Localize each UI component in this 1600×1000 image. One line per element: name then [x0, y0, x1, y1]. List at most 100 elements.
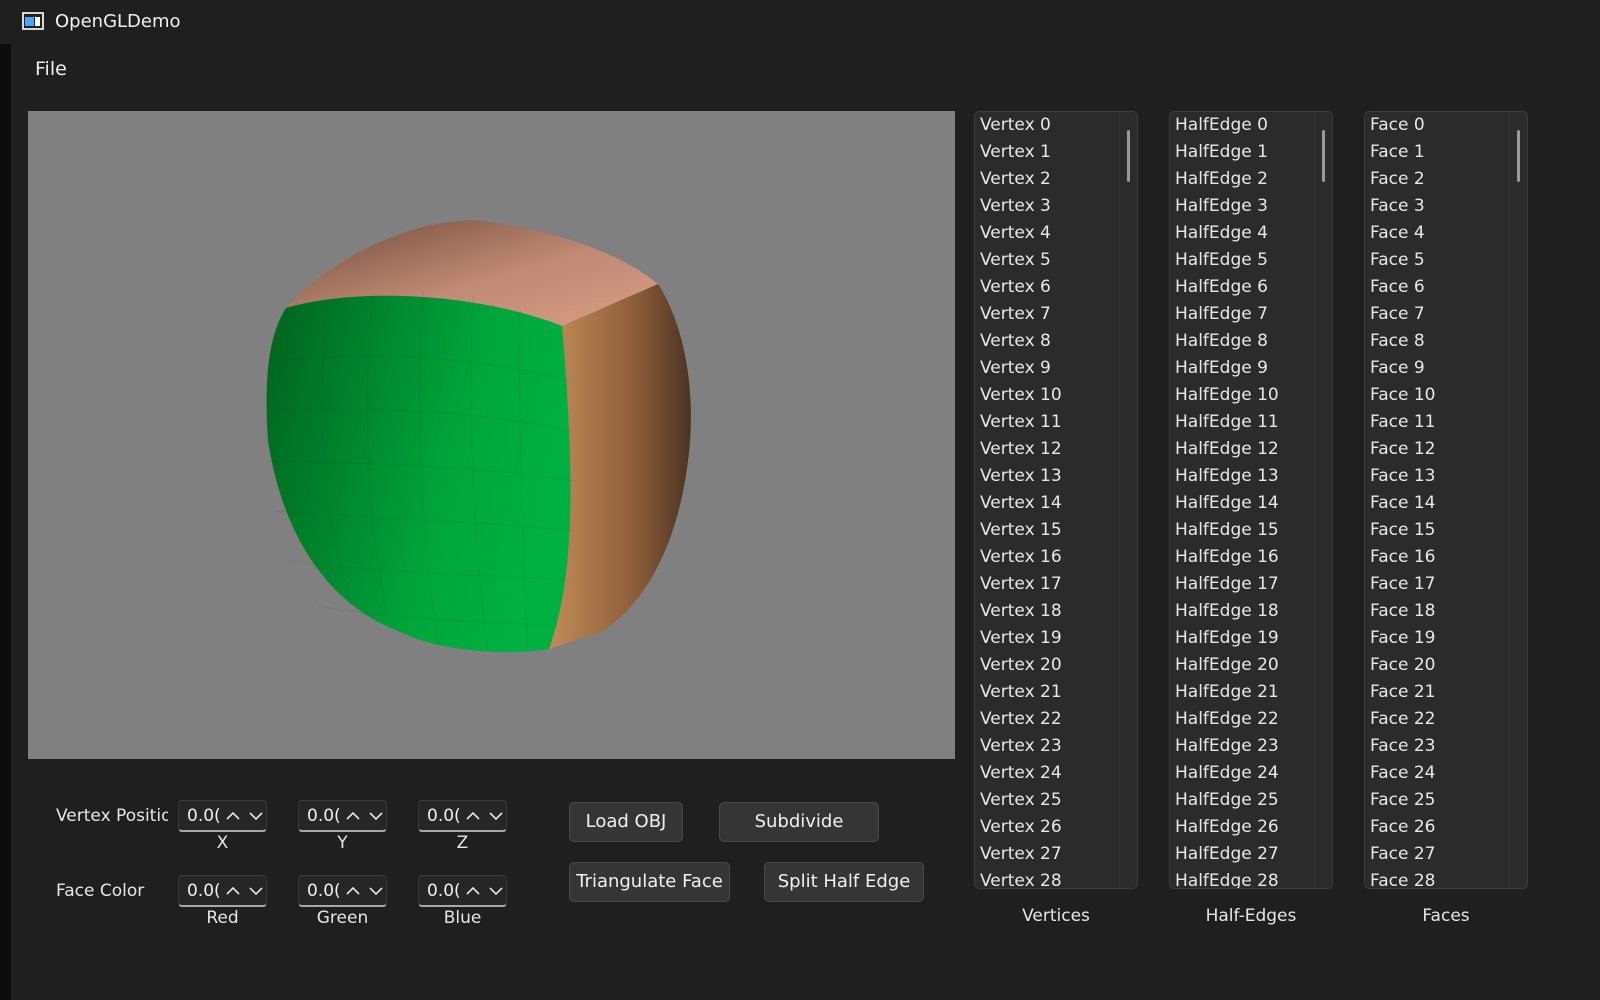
list-item[interactable]: Face 27 [1365, 841, 1509, 868]
list-item[interactable]: Vertex 6 [975, 274, 1119, 301]
list-item[interactable]: Face 18 [1365, 598, 1509, 625]
list-item[interactable]: Face 11 [1365, 409, 1509, 436]
list-item[interactable]: HalfEdge 3 [1170, 193, 1314, 220]
half-edges-scrollbar[interactable] [1314, 112, 1332, 888]
list-item[interactable]: Vertex 20 [975, 652, 1119, 679]
opengl-viewport[interactable] [28, 111, 955, 759]
list-item[interactable]: Face 16 [1365, 544, 1509, 571]
chevron-down-icon[interactable] [487, 882, 505, 900]
list-item[interactable]: Vertex 16 [975, 544, 1119, 571]
list-item[interactable]: Vertex 4 [975, 220, 1119, 247]
list-item[interactable]: Vertex 10 [975, 382, 1119, 409]
list-item[interactable]: HalfEdge 7 [1170, 301, 1314, 328]
list-item[interactable]: Face 7 [1365, 301, 1509, 328]
list-item[interactable]: HalfEdge 20 [1170, 652, 1314, 679]
list-item[interactable]: Vertex 1 [975, 139, 1119, 166]
list-item[interactable]: HalfEdge 23 [1170, 733, 1314, 760]
chevron-up-icon[interactable] [224, 807, 242, 825]
list-item[interactable]: Vertex 3 [975, 193, 1119, 220]
list-item[interactable]: Face 2 [1365, 166, 1509, 193]
chevron-up-icon[interactable] [464, 807, 482, 825]
spin-value[interactable]: 0.0( [187, 806, 220, 826]
list-item[interactable]: HalfEdge 6 [1170, 274, 1314, 301]
list-item[interactable]: Face 0 [1365, 112, 1509, 139]
list-item[interactable]: Vertex 8 [975, 328, 1119, 355]
list-item[interactable]: HalfEdge 9 [1170, 355, 1314, 382]
list-item[interactable]: Vertex 26 [975, 814, 1119, 841]
list-item[interactable]: Face 5 [1365, 247, 1509, 274]
list-item[interactable]: HalfEdge 8 [1170, 328, 1314, 355]
spin-value[interactable]: 0.0( [307, 881, 340, 901]
vertices-scrollbar[interactable] [1119, 112, 1137, 888]
list-item[interactable]: Vertex 0 [975, 112, 1119, 139]
list-item[interactable]: Face 14 [1365, 490, 1509, 517]
chevron-up-icon[interactable] [344, 882, 362, 900]
list-item[interactable]: Vertex 22 [975, 706, 1119, 733]
chevron-down-icon[interactable] [247, 882, 265, 900]
list-item[interactable]: Vertex 24 [975, 760, 1119, 787]
face-red-spinbox[interactable]: 0.0( [178, 875, 267, 907]
chevron-down-icon[interactable] [247, 807, 265, 825]
menu-file[interactable]: File [35, 58, 67, 80]
list-item[interactable]: HalfEdge 19 [1170, 625, 1314, 652]
list-item[interactable]: Face 22 [1365, 706, 1509, 733]
list-item[interactable]: Vertex 12 [975, 436, 1119, 463]
list-item[interactable]: Vertex 14 [975, 490, 1119, 517]
list-item[interactable]: HalfEdge 22 [1170, 706, 1314, 733]
chevron-down-icon[interactable] [367, 882, 385, 900]
list-item[interactable]: HalfEdge 1 [1170, 139, 1314, 166]
faces-scrollbar[interactable] [1509, 112, 1527, 888]
vertex-y-spinbox[interactable]: 0.0( [298, 800, 387, 832]
chevron-up-icon[interactable] [344, 807, 362, 825]
list-item[interactable]: Face 26 [1365, 814, 1509, 841]
list-item[interactable]: Face 20 [1365, 652, 1509, 679]
list-item[interactable]: HalfEdge 18 [1170, 598, 1314, 625]
list-item[interactable]: Face 19 [1365, 625, 1509, 652]
list-item[interactable]: Vertex 5 [975, 247, 1119, 274]
vertex-x-spinbox[interactable]: 0.0( [178, 800, 267, 832]
list-item[interactable]: Face 12 [1365, 436, 1509, 463]
list-item[interactable]: HalfEdge 5 [1170, 247, 1314, 274]
list-item[interactable]: Face 15 [1365, 517, 1509, 544]
chevron-up-icon[interactable] [224, 882, 242, 900]
spin-value[interactable]: 0.0( [187, 881, 220, 901]
list-item[interactable]: HalfEdge 2 [1170, 166, 1314, 193]
list-item[interactable]: Face 24 [1365, 760, 1509, 787]
list-item[interactable]: Face 10 [1365, 382, 1509, 409]
split-half-edge-button[interactable]: Split Half Edge [764, 862, 924, 902]
list-item[interactable]: HalfEdge 10 [1170, 382, 1314, 409]
list-item[interactable]: Vertex 27 [975, 841, 1119, 868]
list-item[interactable]: Vertex 15 [975, 517, 1119, 544]
chevron-down-icon[interactable] [367, 807, 385, 825]
scrollbar-thumb[interactable] [1127, 130, 1130, 182]
scrollbar-thumb[interactable] [1322, 130, 1325, 182]
list-item[interactable]: Face 3 [1365, 193, 1509, 220]
list-item[interactable]: HalfEdge 28 [1170, 868, 1314, 888]
list-item[interactable]: Face 9 [1365, 355, 1509, 382]
list-item[interactable]: Face 28 [1365, 868, 1509, 888]
list-item[interactable]: HalfEdge 11 [1170, 409, 1314, 436]
list-item[interactable]: HalfEdge 25 [1170, 787, 1314, 814]
list-item[interactable]: HalfEdge 0 [1170, 112, 1314, 139]
list-item[interactable]: Vertex 18 [975, 598, 1119, 625]
list-item[interactable]: Face 17 [1365, 571, 1509, 598]
list-item[interactable]: HalfEdge 4 [1170, 220, 1314, 247]
list-item[interactable]: Vertex 28 [975, 868, 1119, 888]
list-item[interactable]: HalfEdge 21 [1170, 679, 1314, 706]
list-item[interactable]: Face 21 [1365, 679, 1509, 706]
list-item[interactable]: Face 23 [1365, 733, 1509, 760]
subdivide-button[interactable]: Subdivide [719, 802, 879, 842]
half-edges-list[interactable]: HalfEdge 0 HalfEdge 1 HalfEdge 2 HalfEdge 3… [1169, 111, 1333, 889]
list-item[interactable]: Vertex 13 [975, 463, 1119, 490]
faces-list[interactable]: Face 0 Face 1 Face 2 Face 3 Face 4 Face 5 Face… [1364, 111, 1528, 889]
list-item[interactable]: Face 4 [1365, 220, 1509, 247]
list-item[interactable]: Face 25 [1365, 787, 1509, 814]
list-item[interactable]: Vertex 2 [975, 166, 1119, 193]
spin-value[interactable]: 0.0( [427, 806, 460, 826]
spin-value[interactable]: 0.0( [307, 806, 340, 826]
list-item[interactable]: HalfEdge 12 [1170, 436, 1314, 463]
list-item[interactable]: Vertex 11 [975, 409, 1119, 436]
list-item[interactable]: Face 13 [1365, 463, 1509, 490]
list-item[interactable]: HalfEdge 27 [1170, 841, 1314, 868]
list-item[interactable]: Vertex 9 [975, 355, 1119, 382]
